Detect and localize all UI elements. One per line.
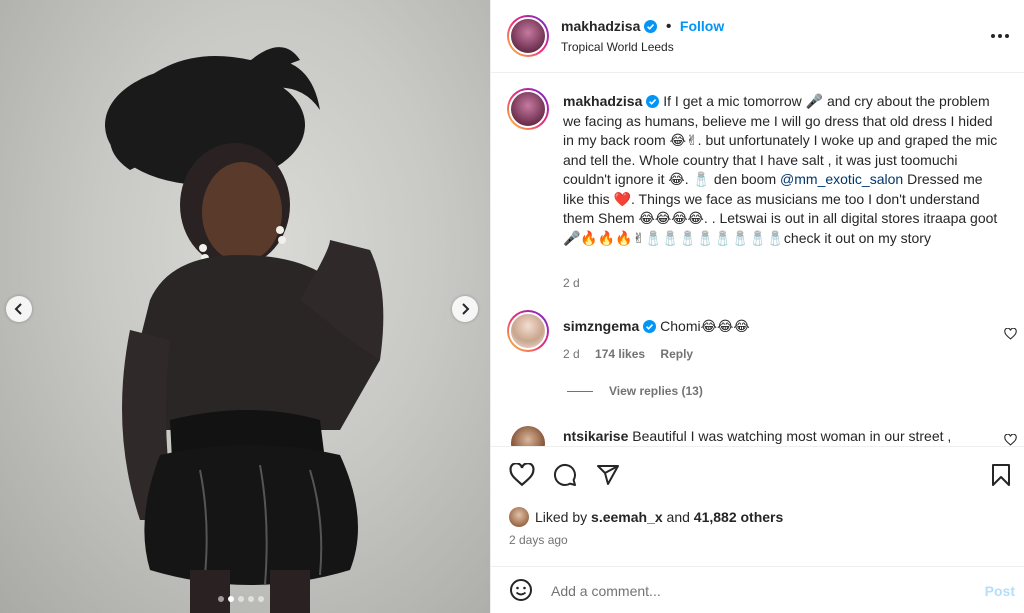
post-media[interactable] — [0, 0, 490, 613]
comment-icon[interactable] — [553, 463, 577, 487]
commenter-avatar[interactable] — [507, 310, 549, 352]
bookmark-icon[interactable] — [991, 463, 1011, 487]
carousel-dot — [218, 596, 224, 602]
author-avatar[interactable] — [507, 15, 549, 57]
view-replies-label: View replies (13) — [609, 384, 703, 398]
likes-and: and — [662, 509, 694, 525]
like-comment-heart-icon[interactable] — [1004, 328, 1017, 340]
commenter-avatar[interactable] — [511, 426, 545, 446]
post-header: makhadzisa • Follow Tropical World Leeds — [491, 0, 1024, 73]
post-caption: makhadzisa If I get a mic tomorrow 🎤 and… — [563, 92, 1003, 248]
chevron-right-icon — [462, 303, 470, 315]
comment-meta: 2 d 174 likes Reply — [563, 347, 693, 361]
comment-text: Chomi😂😂😂 — [660, 318, 750, 334]
liker-avatar[interactable] — [509, 507, 529, 527]
comment-username[interactable]: simzngema — [563, 318, 639, 334]
like-comment-heart-icon[interactable] — [1004, 434, 1017, 446]
carousel-dot — [258, 596, 264, 602]
comment-username[interactable]: ntsikarise — [563, 428, 628, 444]
caption-username[interactable]: makhadzisa — [563, 93, 642, 109]
likes-prefix: Liked by — [535, 509, 592, 525]
follow-button[interactable]: Follow — [680, 18, 724, 34]
verified-badge-icon — [646, 95, 660, 108]
post-timestamp[interactable]: 2 days ago — [509, 533, 568, 547]
post-details-pane: makhadzisa • Follow Tropical World Leeds… — [490, 0, 1024, 613]
separator-dot: • — [665, 18, 672, 35]
likes-count-button[interactable]: 41,882 others — [694, 509, 784, 525]
smiley-icon[interactable] — [509, 578, 533, 602]
comment-reply-button[interactable]: Reply — [660, 347, 693, 361]
view-replies-button[interactable]: View replies (13) — [567, 384, 703, 398]
replies-divider — [567, 390, 593, 392]
author-username[interactable]: makhadzisa — [561, 18, 640, 34]
comment-likes-count[interactable]: 174 likes — [595, 347, 645, 361]
verified-badge-icon — [643, 320, 657, 333]
heart-icon[interactable] — [509, 463, 535, 487]
verified-badge-icon — [644, 20, 658, 33]
more-options-icon[interactable] — [991, 28, 1011, 44]
comment-text: Beautiful I was watching most woman in o… — [632, 428, 952, 444]
chevron-left-icon — [14, 303, 22, 315]
paper-plane-icon[interactable] — [596, 463, 620, 487]
likes-summary: Liked by s.eemah_x and 41,882 others — [509, 507, 783, 527]
caption-timestamp[interactable]: 2 d — [563, 276, 580, 290]
carousel-dot — [228, 596, 234, 602]
post-location[interactable]: Tropical World Leeds — [561, 40, 674, 54]
comments-section[interactable]: makhadzisa If I get a mic tomorrow 🎤 and… — [491, 74, 1024, 446]
post-actions: Liked by s.eemah_x and 41,882 others 2 d… — [491, 446, 1024, 566]
next-slide-button[interactable] — [452, 296, 478, 322]
add-comment-input[interactable] — [551, 579, 951, 603]
comment-timestamp[interactable]: 2 d — [563, 347, 580, 361]
comment-item: ntsikarise Beautiful I was watching most… — [563, 428, 951, 444]
caption-author-avatar[interactable] — [507, 88, 549, 130]
caption-mention-link[interactable]: @mm_exotic_salon — [780, 171, 903, 187]
liker-username[interactable]: s.eemah_x — [591, 509, 663, 525]
previous-slide-button[interactable] — [6, 296, 32, 322]
post-comment-button[interactable]: Post — [985, 583, 1015, 599]
carousel-indicator — [218, 596, 264, 602]
post-photo — [105, 47, 384, 613]
comment-item: simzngema Chomi😂😂😂 — [563, 318, 750, 335]
add-comment-bar: Post — [491, 566, 1024, 613]
carousel-dot — [248, 596, 254, 602]
carousel-dot — [238, 596, 244, 602]
